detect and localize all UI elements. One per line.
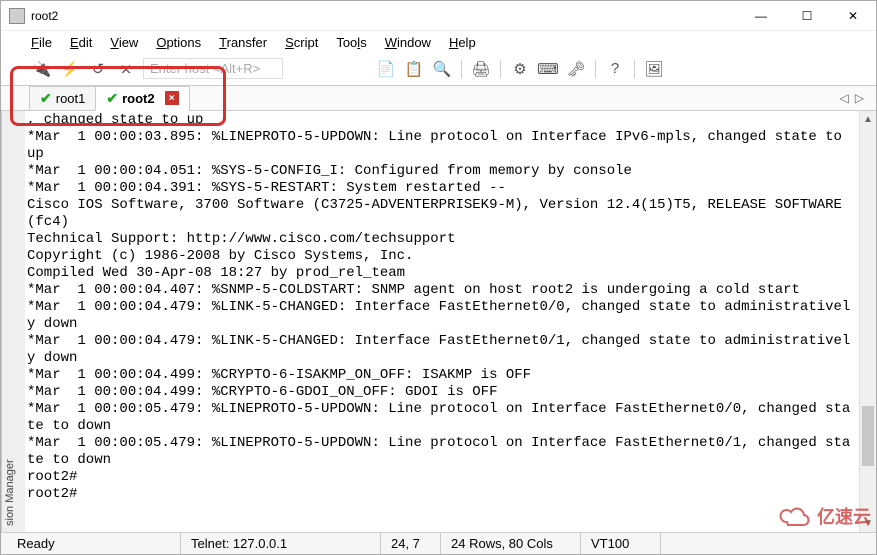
session-manager-panel[interactable]: sion Manager xyxy=(1,111,25,532)
menu-help[interactable]: Help xyxy=(449,35,476,50)
watermark: 亿速云 xyxy=(777,503,871,529)
watermark-text: 亿速云 xyxy=(817,503,871,529)
menu-file[interactable]: File xyxy=(31,35,52,50)
x11-icon[interactable]: 🖼 xyxy=(643,59,665,79)
enter-host-input[interactable]: Enter host <Alt+R> xyxy=(143,58,283,79)
titlebar: root2 — ☐ ✕ xyxy=(1,1,876,31)
tab-label: root2 xyxy=(122,91,155,106)
status-ready: Ready xyxy=(1,533,181,554)
menu-transfer[interactable]: Transfer xyxy=(219,35,267,50)
status-connection: Telnet: 127.0.0.1 xyxy=(181,533,381,554)
tab-label: root1 xyxy=(56,91,86,106)
status-emulation: VT100 xyxy=(581,533,661,554)
tabbar: ✔ root1 ✔ root2 × ◁ ▷ xyxy=(1,85,876,111)
toolbar-separator xyxy=(461,60,462,78)
keymap-icon[interactable]: 🗝 xyxy=(565,59,587,79)
tab-root1[interactable]: ✔ root1 xyxy=(29,86,96,110)
vertical-scrollbar[interactable]: ▲ ▼ xyxy=(859,111,876,532)
menu-window[interactable]: Window xyxy=(385,35,431,50)
toolbar-separator xyxy=(634,60,635,78)
quick-connect-icon[interactable]: ⚡ xyxy=(59,59,81,79)
help-icon[interactable]: ? xyxy=(604,59,626,79)
menu-tools[interactable]: Tools xyxy=(336,35,366,50)
tab-root2[interactable]: ✔ root2 × xyxy=(95,86,189,111)
disconnect-icon[interactable]: ⨯ xyxy=(115,59,137,79)
scroll-up-icon[interactable]: ▲ xyxy=(860,111,876,128)
terminal-output[interactable]: , changed state to up *Mar 1 00:00:03.89… xyxy=(25,111,859,532)
toolbar: 🔌 ⚡ ↺ ⨯ Enter host <Alt+R> 📄 📋 🔍 🖨 ⚙ ⌨ 🗝… xyxy=(1,56,876,85)
status-cursor-pos: 24, 7 xyxy=(381,533,441,554)
toolbar-separator xyxy=(500,60,501,78)
close-button[interactable]: ✕ xyxy=(830,1,876,31)
cloud-icon xyxy=(777,504,811,528)
menubar: File Edit View Options Transfer Script T… xyxy=(1,31,876,56)
statusbar: Ready Telnet: 127.0.0.1 24, 7 24 Rows, 8… xyxy=(1,532,876,554)
check-icon: ✔ xyxy=(106,90,118,107)
scroll-thumb[interactable] xyxy=(862,406,874,466)
minimize-button[interactable]: — xyxy=(738,1,784,31)
tab-scroll-left-icon[interactable]: ◁ xyxy=(840,91,849,105)
find-icon[interactable]: 🔍 xyxy=(431,59,453,79)
reconnect-icon[interactable]: ↺ xyxy=(87,59,109,79)
toolbar-separator xyxy=(595,60,596,78)
status-terminal-size: 24 Rows, 80 Cols xyxy=(441,533,581,554)
connect-icon[interactable]: 🔌 xyxy=(31,59,53,79)
maximize-button[interactable]: ☐ xyxy=(784,1,830,31)
menu-edit[interactable]: Edit xyxy=(70,35,92,50)
menu-script[interactable]: Script xyxy=(285,35,318,50)
app-icon xyxy=(9,8,25,24)
menu-view[interactable]: View xyxy=(110,35,138,50)
menu-options[interactable]: Options xyxy=(156,35,201,50)
paste-icon[interactable]: 📋 xyxy=(403,59,425,79)
tab-close-icon[interactable]: × xyxy=(165,91,179,105)
options-icon[interactable]: ⚙ xyxy=(509,59,531,79)
session-options-icon[interactable]: ⌨ xyxy=(537,59,559,79)
window-title: root2 xyxy=(31,9,738,23)
tab-scroll-right-icon[interactable]: ▷ xyxy=(855,91,864,105)
print-icon[interactable]: 🖨 xyxy=(470,59,492,79)
check-icon: ✔ xyxy=(40,90,52,107)
copy-icon[interactable]: 📄 xyxy=(375,59,397,79)
